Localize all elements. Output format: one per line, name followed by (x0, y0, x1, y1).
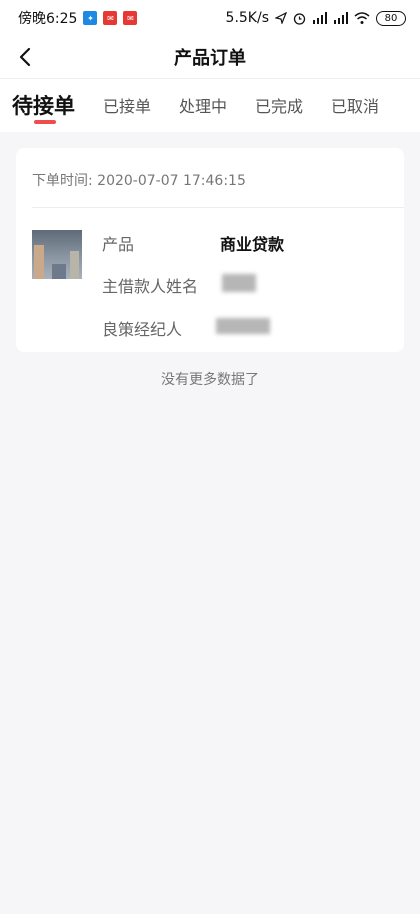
order-time: 下单时间: 2020-07-07 17:46:15 (32, 170, 246, 190)
nav-bar: 产品订单 (0, 36, 420, 78)
page-title: 产品订单 (174, 48, 246, 69)
tab-pending[interactable]: 待接单 (0, 79, 89, 131)
send-icon (275, 12, 287, 24)
back-button[interactable] (10, 42, 40, 72)
status-right: 5.5K/s 80 (226, 10, 406, 26)
broker-label: 良策经纪人 (102, 320, 183, 339)
tab-cancelled[interactable]: 已取消 (317, 79, 393, 131)
tab-label: 处理中 (179, 97, 228, 116)
status-left: 傍晚6:25 ✦ ✉ ✉ (18, 8, 138, 28)
signal-icon (334, 12, 348, 24)
app-notification-icon: ✉ (103, 11, 118, 25)
tab-label: 已接单 (103, 97, 152, 116)
order-time-label: 下单时间: (32, 173, 93, 189)
app-notification-icon: ✦ (83, 11, 98, 25)
borrower-name-value (222, 274, 256, 292)
alarm-icon (293, 12, 306, 25)
order-time-value: 2020-07-07 17:46:15 (97, 173, 246, 189)
order-card[interactable]: 下单时间: 2020-07-07 17:46:15 产品 商业贷款 主借款人姓名… (16, 148, 404, 352)
tab-accepted[interactable]: 已接单 (89, 79, 165, 131)
tab-label: 待接单 (12, 94, 75, 118)
back-chevron-icon (19, 47, 31, 67)
app-notification-icon: ✉ (123, 11, 138, 25)
status-time: 傍晚6:25 (18, 11, 78, 27)
status-tabs: 待接单 已接单 处理中 已完成 已取消 (0, 79, 420, 131)
product-label: 产品 (102, 235, 135, 254)
tab-completed[interactable]: 已完成 (241, 79, 317, 131)
wifi-icon (354, 12, 370, 24)
product-thumbnail (32, 230, 82, 279)
network-speed: 5.5K/s (225, 10, 269, 26)
active-tab-indicator (33, 120, 56, 124)
divider (32, 207, 404, 208)
broker-name-value (216, 318, 270, 334)
tab-label: 已取消 (331, 97, 380, 116)
borrower-name-label: 主借款人姓名 (102, 277, 199, 296)
no-more-data-text: 没有更多数据了 (161, 372, 259, 388)
product-value: 商业贷款 (220, 235, 285, 254)
battery-indicator: 80 (376, 10, 406, 26)
tab-label: 已完成 (255, 97, 304, 116)
tab-processing[interactable]: 处理中 (165, 79, 241, 131)
status-bar: 傍晚6:25 ✦ ✉ ✉ 5.5K/s 80 (0, 0, 420, 36)
signal-icon (313, 12, 327, 24)
